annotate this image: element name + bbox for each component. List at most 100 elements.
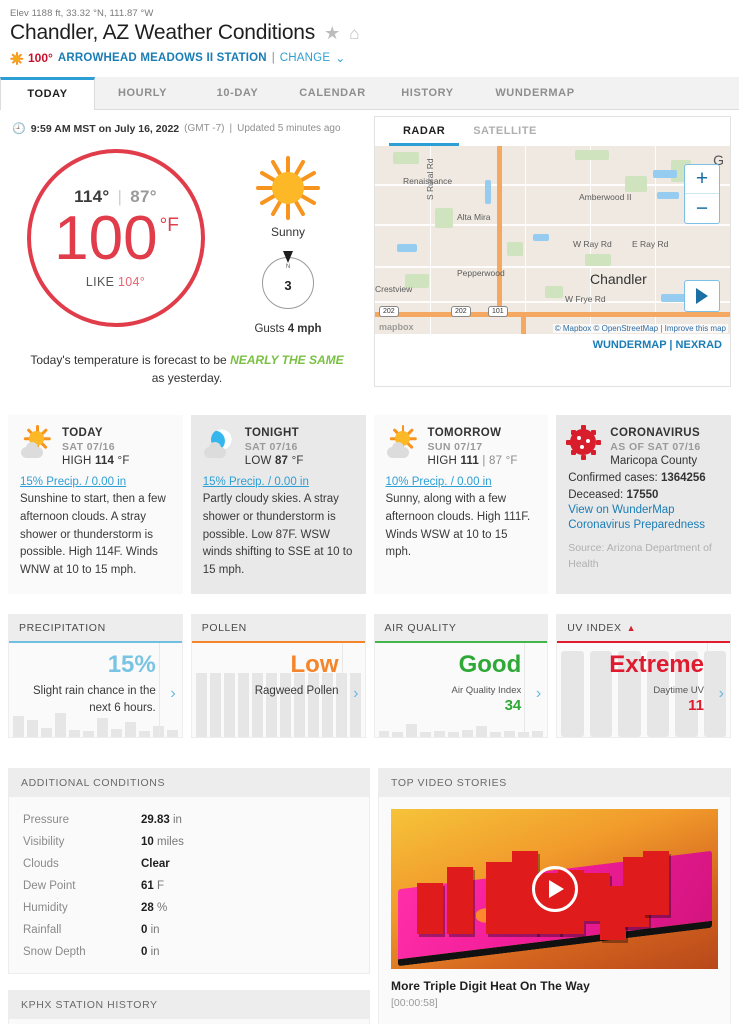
map-view[interactable]: Renaissance Amberwood II S Rural Rd Alta… <box>374 146 730 334</box>
row-value: 28 % <box>141 902 168 915</box>
card-divider <box>158 643 160 738</box>
star-icon[interactable]: ★ <box>324 24 340 42</box>
confirmed-cases-value: 1364256 <box>660 472 706 484</box>
wind-column: Sunny N 3 Gusts 4 mph <box>223 149 353 335</box>
page-title: Chandler, AZ Weather Conditions <box>10 21 316 44</box>
feels-like-value: 104° <box>118 275 146 290</box>
station-name-link[interactable]: ARROWHEAD MEADOWS II STATION <box>58 52 267 64</box>
station-separator: | <box>271 52 275 64</box>
card-date: SAT 07/16 <box>244 441 298 453</box>
confirmed-cases-label: Confirmed cases: <box>568 472 658 484</box>
map-tab-satellite[interactable]: SATELLITE <box>459 125 551 146</box>
video-thumbnail[interactable] <box>391 809 718 970</box>
video-headline[interactable]: More Triple Digit Heat On The Way <box>391 979 718 993</box>
confirmed-cases-row: Confirmed cases: 1364256 <box>568 472 719 484</box>
tab-wundermap[interactable]: WUNDERMAP <box>475 77 595 109</box>
row-value: Clear <box>141 858 170 871</box>
wind-direction-arrow-icon <box>283 251 293 263</box>
metric-subtext: Ragweed Pollen <box>254 685 339 698</box>
route-shield-202a: 202 <box>378 306 399 317</box>
card-date: AS OF SAT 07/16 <box>610 441 701 453</box>
temperature-trend-note: Today's temperature is forecast to be NE… <box>8 351 366 387</box>
air-quality-card[interactable]: AIR QUALITY Good Air Quality Index 34 › <box>373 614 549 739</box>
chevron-down-icon[interactable]: ⌄ <box>335 51 345 65</box>
tab-10-day[interactable]: 10-DAY <box>190 77 285 109</box>
card-precip-link[interactable]: 15% Precip. / 0.00 in <box>203 476 354 488</box>
main-tabs: TODAY HOURLY 10-DAY CALENDAR HISTORY WUN… <box>0 77 739 110</box>
zoom-out-button[interactable]: − <box>685 194 719 223</box>
trend-suffix: as yesterday. <box>151 371 223 385</box>
card-precip-link[interactable]: 10% Precip. / 0.00 in <box>386 476 537 488</box>
row-value: 61 F <box>141 880 165 893</box>
home-icon[interactable]: ⌂ <box>349 25 359 42</box>
tab-today[interactable]: TODAY <box>0 77 95 110</box>
map-label-crestview: Crestview <box>374 284 413 294</box>
card-title: UV INDEX <box>567 622 622 635</box>
card-title: AIR QUALITY <box>384 622 457 635</box>
tab-hourly[interactable]: HOURLY <box>95 77 190 109</box>
card-header: TONIGHT SAT 07/16 LOW 87 °F <box>203 425 354 467</box>
card-temp-unit: °F <box>117 455 130 467</box>
panel-title: ADDITIONAL CONDITIONS <box>9 769 369 798</box>
row-key: Snow Depth <box>23 946 86 959</box>
virus-icon <box>566 425 602 461</box>
chevron-right-icon[interactable]: › <box>719 685 724 703</box>
view-on-wundermap-link[interactable]: View on WunderMap <box>568 504 719 516</box>
wundermap-link[interactable]: WUNDERMAP <box>593 339 667 351</box>
map-label-w-ray-rd: W Ray Rd <box>572 239 612 249</box>
coronavirus-preparedness-link[interactable]: Coronavirus Preparedness <box>568 519 719 531</box>
row-value: 29.83 in <box>141 814 182 827</box>
metric-value: Good <box>458 651 522 679</box>
row-key: Clouds <box>23 858 59 871</box>
card-description: Sunshine to start, then a few afternoon … <box>20 493 166 577</box>
card-description: Partly cloudy skies. A stray shower or t… <box>202 493 353 577</box>
card-body: Extreme Daytime UV 11 › <box>557 643 730 738</box>
play-icon <box>696 288 708 304</box>
map-play-button[interactable] <box>684 280 720 312</box>
gusts-row: Gusts 4 mph <box>254 323 321 335</box>
chevron-right-icon[interactable]: › <box>170 685 175 703</box>
chevron-right-icon[interactable]: › <box>536 685 541 703</box>
card-body: Low Ragweed Pollen › <box>192 643 365 738</box>
map-attribution[interactable]: © Mapbox © OpenStreetMap | Improve this … <box>552 324 728 333</box>
forecast-card-tomorrow[interactable]: TOMORROW SUN 07/17 HIGH 111 | 87 °F 10% … <box>373 415 549 595</box>
card-temp: HIGH 114 °F <box>62 455 130 467</box>
station-temperature: 100° <box>28 51 53 65</box>
map-label-chandler: Chandler <box>589 271 647 287</box>
trend-prefix: Today's temperature is forecast to be <box>30 353 227 367</box>
elevation-text: Elev 1188 ft, 33.32 °N, 111.87 °W <box>10 8 154 19</box>
chevron-right-icon[interactable]: › <box>353 685 358 703</box>
forecast-card-today[interactable]: TODAY SAT 07/16 HIGH 114 °F 15% Precip. … <box>8 415 183 595</box>
temperature-unit: °F <box>159 214 179 236</box>
route-shield-202b: 202 <box>450 306 471 317</box>
current-temperature: 100 °F <box>54 207 179 270</box>
table-row: Humidity 28 % <box>23 897 355 919</box>
card-title: TODAY <box>62 427 103 439</box>
nexrad-link[interactable]: NEXRAD <box>676 339 722 351</box>
warning-triangle-icon: ▲ <box>626 623 637 634</box>
card-precip-link[interactable]: 15% Precip. / 0.00 in <box>20 476 171 488</box>
zoom-in-button[interactable]: + <box>685 165 719 194</box>
tab-calendar[interactable]: CALENDAR <box>285 77 380 109</box>
uv-index-card[interactable]: UV INDEX ▲ Extreme Daytime UV 11 › <box>556 614 731 739</box>
gusts-label: Gusts <box>254 323 285 335</box>
card-divider <box>341 643 343 738</box>
metric-number: 11 <box>688 697 704 715</box>
pollen-card[interactable]: POLLEN Low Ragweed Pollen › <box>190 614 366 739</box>
tab-history[interactable]: HISTORY <box>380 77 475 109</box>
video-duration: [00:00:58] <box>391 997 438 1010</box>
card-title: TONIGHT <box>244 427 300 439</box>
current-conditions-panel: 🕘 9:59 AM MST on July 16, 2022 (GMT -7) … <box>8 110 366 387</box>
precipitation-card[interactable]: PRECIPITATION 15% Slight rain chance in … <box>8 614 183 739</box>
forecast-card-tonight[interactable]: TONIGHT SAT 07/16 LOW 87 °F 15% Precip. … <box>190 415 366 595</box>
map-footer-links: WUNDERMAP | NEXRAD <box>375 334 730 357</box>
left-column: ADDITIONAL CONDITIONS Pressure 29.83 in … <box>8 768 370 1024</box>
play-button[interactable] <box>531 866 578 913</box>
map-tab-radar[interactable]: RADAR <box>388 125 460 146</box>
route-shield-101: 101 <box>487 306 508 317</box>
map-zoom-controls: + − <box>684 164 720 224</box>
card-header: TOMORROW SUN 07/17 HIGH 111 | 87 °F <box>386 425 537 467</box>
map-label-e-ray-rd: E Ray Rd <box>631 239 669 249</box>
change-station-link[interactable]: CHANGE <box>280 52 330 64</box>
conditions-body: 114° | 87° 100 °F LIKE 104° Sunny N 3 Gu… <box>8 149 366 335</box>
